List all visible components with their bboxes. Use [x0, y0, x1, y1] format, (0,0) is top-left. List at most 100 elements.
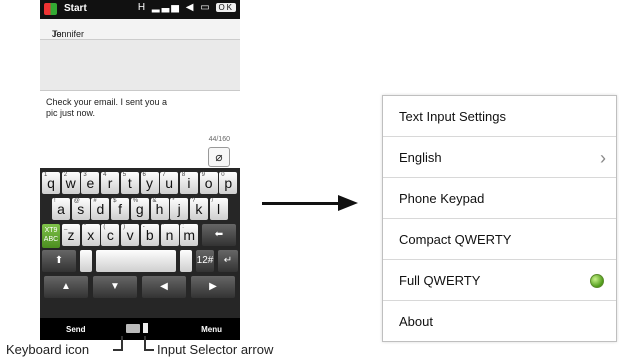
key-m[interactable]: m:	[180, 224, 199, 246]
message-body[interactable]: Check your email. I sent you a pic just …	[40, 91, 240, 167]
key-w[interactable]: w2	[61, 172, 80, 194]
key-b-label: b	[145, 227, 154, 243]
key-x-alt: "	[83, 224, 86, 230]
key-k-label: k	[195, 201, 203, 217]
key-q[interactable]: q1	[42, 172, 60, 194]
key-l-alt: /	[211, 198, 214, 204]
key-u-alt: 7	[162, 172, 166, 178]
keyboard-icon[interactable]	[126, 324, 140, 333]
key-s[interactable]: s @	[71, 198, 90, 220]
key-z-alt: _	[64, 224, 68, 230]
key-e[interactable]: e3	[81, 172, 100, 194]
key-f-alt: $	[113, 198, 117, 204]
key-h-label: h	[155, 201, 164, 217]
menu-item-text-input-settings[interactable]: Text Input Settings	[383, 96, 616, 137]
arrow-head-icon	[338, 195, 358, 211]
backspace-key[interactable]: ⬅	[202, 224, 236, 246]
send-softkey[interactable]: Send	[66, 325, 86, 334]
key-y[interactable]: y6	[140, 172, 159, 194]
status-title: Start	[64, 3, 87, 14]
key-f-label: f	[118, 201, 123, 217]
key-o-label: o	[204, 175, 213, 191]
key-p[interactable]: p0	[219, 172, 238, 194]
key-d-alt: #	[93, 198, 97, 204]
menu-item-full-qwerty[interactable]: Full QWERTY	[383, 260, 616, 301]
key-j[interactable]: j *	[170, 198, 189, 220]
num-sym-key-label: 12#	[196, 255, 214, 266]
key-g[interactable]: g%	[130, 198, 149, 220]
key-g-alt: %	[132, 198, 139, 204]
ok-button[interactable]: OK	[216, 3, 236, 12]
menu-softkey[interactable]: Menu	[201, 325, 222, 334]
key-i[interactable]: i8	[179, 172, 198, 194]
key-m-label: m	[183, 227, 196, 243]
key-s-alt: @	[73, 198, 80, 204]
menu-item-label: English	[399, 150, 442, 165]
input-selector-arrow[interactable]	[143, 323, 148, 333]
key-d[interactable]: d #	[91, 198, 110, 220]
key-x[interactable]: x "	[81, 224, 100, 246]
key-i-label: i	[187, 175, 191, 191]
arrow-key-3[interactable]: ▶	[191, 276, 235, 298]
key-y-alt: 6	[142, 172, 146, 178]
windows-start-icon[interactable]	[44, 3, 57, 15]
key-w-alt: 2	[63, 172, 68, 178]
key-v[interactable]: v)	[121, 224, 140, 246]
callout-line-keyboard	[121, 336, 123, 350]
selected-indicator-icon	[590, 274, 604, 288]
key-z[interactable]: z _	[62, 224, 80, 246]
message-text: Check your email. I sent you a pic just …	[46, 97, 168, 118]
callout-line-selector-h	[144, 349, 154, 351]
menu-item-english[interactable]: English ›	[383, 137, 616, 178]
xt9-abc-key[interactable]: XT9 ABC	[42, 224, 60, 248]
num-sym-key[interactable]: 12#	[196, 250, 214, 272]
paperclip-icon[interactable]: ⌀	[208, 147, 230, 167]
key-a[interactable]: a!	[52, 198, 70, 220]
status-bar: Start H ▂▃▅ ◀ ▭ OK	[40, 0, 240, 19]
comma-key[interactable]	[80, 250, 92, 272]
key-t-label: t	[127, 175, 132, 191]
key-x-label: x	[87, 227, 95, 243]
key-h[interactable]: h &	[150, 198, 169, 220]
key-z-label: z	[67, 227, 75, 243]
menu-item-label: About	[399, 314, 433, 329]
key-c-alt: (	[103, 224, 106, 230]
menu-item-about[interactable]: About	[383, 301, 616, 341]
period-key[interactable]	[180, 250, 192, 272]
key-u[interactable]: u7	[160, 172, 179, 194]
key-k[interactable]: k?	[189, 198, 208, 220]
key-b[interactable]: b-	[140, 224, 159, 246]
space-key[interactable]	[96, 250, 176, 272]
menu-item-label: Text Input Settings	[399, 109, 506, 124]
arrow-key-1-label: ▼	[110, 281, 120, 292]
arrow-key-2-label: ◀	[160, 281, 168, 292]
enter-key[interactable]: ↵	[218, 250, 238, 272]
key-t[interactable]: t5	[120, 172, 139, 194]
key-r-label: r	[107, 175, 113, 191]
to-field[interactable]: To: Jennifer Singer	[40, 19, 240, 49]
shift-key-label: ⬆	[54, 255, 64, 266]
key-f[interactable]: f $	[111, 198, 130, 220]
key-l[interactable]: l /	[209, 198, 228, 220]
shift-key[interactable]: ⬆	[42, 250, 76, 272]
menu-item-compact-qwerty[interactable]: Compact QWERTY	[383, 219, 616, 260]
key-r-alt: 4	[103, 172, 107, 178]
arrow-key-2[interactable]: ◀	[142, 276, 186, 298]
bottom-softkey-bar: Send Menu	[40, 318, 240, 340]
arrow-key-0[interactable]: ▲	[44, 276, 88, 298]
menu-item-phone-keypad[interactable]: Phone Keypad	[383, 178, 616, 219]
key-o[interactable]: o9	[199, 172, 218, 194]
char-count: 44/160	[208, 136, 230, 143]
key-c[interactable]: c(	[101, 224, 120, 246]
key-j-alt: *	[172, 198, 175, 204]
key-r[interactable]: r4	[101, 172, 120, 194]
header-area	[40, 40, 240, 91]
menu-item-label: Full QWERTY	[399, 273, 481, 288]
arrow-key-3-label: ▶	[209, 281, 217, 292]
key-n[interactable]: n '	[160, 224, 179, 246]
key-i-alt: 8	[181, 172, 186, 178]
key-p-label: p	[224, 175, 233, 191]
menu-item-label: Compact QWERTY	[399, 232, 512, 247]
key-u-label: u	[165, 175, 174, 191]
arrow-key-1[interactable]: ▼	[93, 276, 137, 298]
